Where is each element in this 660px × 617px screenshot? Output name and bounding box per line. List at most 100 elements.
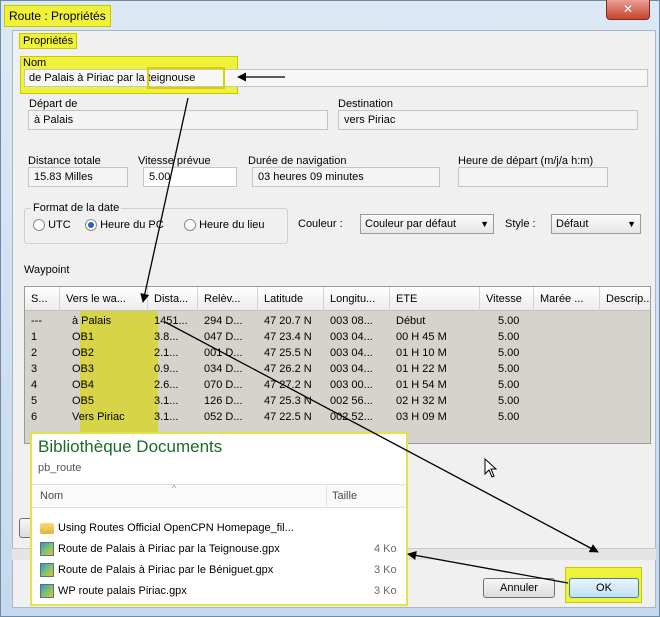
destination-input[interactable]: vers Piriac xyxy=(338,110,638,130)
table-cell: 01 H 10 M xyxy=(396,347,447,359)
table-row[interactable]: 3 OB3 0.9... 034 D... 47 26.2 N 003 04... 01 H… xyxy=(25,361,650,377)
table-cell: OB4 xyxy=(72,379,95,391)
radio-local-time-circle[interactable] xyxy=(184,219,196,232)
table-cell: Début xyxy=(396,315,426,327)
table-cell: OB3 xyxy=(72,363,95,375)
radio-utc[interactable]: UTC xyxy=(33,219,71,232)
table-cell: 070 D... xyxy=(204,379,243,391)
file-row[interactable]: WP route palais Piriac.gpx 3 Ko xyxy=(40,581,400,601)
column-header[interactable]: Vitesse xyxy=(480,287,534,311)
speed-input[interactable]: 5.00 xyxy=(143,167,237,187)
table-cell: 052 D... xyxy=(204,411,243,423)
table-cell: 003 00... xyxy=(330,379,373,391)
table-cell xyxy=(534,361,600,377)
radio-pc-time[interactable]: Heure du PC xyxy=(85,219,164,232)
waypoint-section-label: Waypoint xyxy=(24,264,70,276)
column-header[interactable]: Descrip... xyxy=(600,287,650,311)
table-cell: 47 27.2 N xyxy=(264,379,312,391)
table-row[interactable]: 2 OB2 2.1... 001 D... 47 25.5 N 003 04... 01 H… xyxy=(25,345,650,361)
explorer-col-name[interactable]: Nom xyxy=(40,490,63,502)
distance-value: 15.83 Milles xyxy=(28,167,128,187)
file-row[interactable]: Route de Palais à Piriac par le Béniguet… xyxy=(40,560,400,580)
cancel-button[interactable]: Annuler xyxy=(483,578,555,598)
waypoint-table[interactable]: S... Vers le wa... Dista... Relèv... Lat… xyxy=(24,286,651,444)
sort-ascending-icon: ^ xyxy=(172,483,177,493)
table-cell: 47 20.7 N xyxy=(264,315,312,327)
table-cell: 2.1... xyxy=(154,347,179,359)
color-label: Couleur : xyxy=(298,218,343,230)
table-cell: 5 xyxy=(31,395,38,407)
file-row[interactable]: Using Routes Official OpenCPN Homepage_f… xyxy=(40,518,400,538)
table-cell xyxy=(534,377,600,393)
column-header[interactable]: Longitu... xyxy=(324,287,390,311)
table-cell: 003 04... xyxy=(330,347,373,359)
table-cell xyxy=(600,345,650,361)
explorer-title: Bibliothèque Documents xyxy=(38,437,223,456)
table-cell: 2 xyxy=(31,347,38,359)
table-cell: 47 26.2 N xyxy=(264,363,312,375)
table-cell: 4 xyxy=(31,379,38,391)
table-cell xyxy=(534,409,600,425)
table-cell xyxy=(600,393,650,409)
gpx-file-icon xyxy=(40,542,54,557)
table-cell: 5.00 xyxy=(498,331,520,343)
close-button[interactable]: ✕ xyxy=(606,0,650,20)
table-cell: 003 04... xyxy=(330,363,373,375)
style-label: Style : xyxy=(505,218,536,230)
color-dropdown[interactable]: Couleur par défaut ▼ xyxy=(360,214,494,234)
table-cell: 5.00 xyxy=(498,315,520,327)
file-name: WP route palais Piriac.gpx xyxy=(58,585,187,597)
table-cell xyxy=(600,313,650,329)
column-header[interactable]: Dista... xyxy=(148,287,198,311)
column-header[interactable]: Relèv... xyxy=(198,287,258,311)
departure-label: Départ de xyxy=(29,98,78,110)
column-header[interactable]: Latitude xyxy=(258,287,324,311)
table-row[interactable]: 5 OB5 3.1... 126 D... 47 25.3 N 002 56... 02 H… xyxy=(25,393,650,409)
table-cell: 47 23.4 N xyxy=(264,331,312,343)
table-cell: 003 08... xyxy=(330,315,373,327)
radio-local-time[interactable]: Heure du lieu xyxy=(184,219,265,232)
table-row[interactable]: 6 Vers Piriac 3.1... 052 D... 47 22.5 N 002 5… xyxy=(25,409,650,425)
radio-pc-time-label: Heure du PC xyxy=(100,219,164,231)
title-bar[interactable]: Route : Propriétés ✕ xyxy=(0,0,660,28)
table-cell: 47 25.5 N xyxy=(264,347,312,359)
radio-utc-circle[interactable] xyxy=(33,219,45,232)
radio-pc-time-circle[interactable] xyxy=(85,219,97,232)
start-time-input[interactable] xyxy=(458,167,608,187)
ok-button[interactable]: OK xyxy=(569,578,639,598)
explorer-column-divider xyxy=(326,485,327,507)
table-cell: 003 04... xyxy=(330,331,373,343)
duration-value: 03 heures 09 minutes xyxy=(252,167,440,187)
file-name: Route de Palais à Piriac par la Teignous… xyxy=(58,543,280,555)
name-input[interactable]: de Palais à Piriac par la teignouse xyxy=(24,69,648,87)
mouse-cursor-icon xyxy=(484,458,498,478)
column-header[interactable]: ETE xyxy=(390,287,480,311)
column-header[interactable]: Marée ... xyxy=(534,287,600,311)
teignouse-marker xyxy=(147,67,225,89)
file-size: 3 Ko xyxy=(374,585,397,597)
table-cell: 001 D... xyxy=(204,347,243,359)
table-row[interactable]: 4 OB4 2.6... 070 D... 47 27.2 N 003 00... 01 H… xyxy=(25,377,650,393)
table-cell: OB2 xyxy=(72,347,95,359)
speed-label: Vitesse prévue xyxy=(138,155,211,167)
name-label: Nom xyxy=(23,57,47,69)
file-row[interactable]: Route de Palais à Piriac par la Teignous… xyxy=(40,539,400,559)
color-dropdown-value: Couleur par défaut xyxy=(365,218,457,230)
table-cell xyxy=(534,329,600,345)
departure-input[interactable]: à Palais xyxy=(28,110,328,130)
explorer-col-size[interactable]: Taille xyxy=(332,490,357,502)
table-row[interactable]: 1 OB1 3.8... 047 D... 47 23.4 N 003 04... 00 H… xyxy=(25,329,650,345)
explorer-header: Nom ^ Taille xyxy=(32,483,406,508)
table-row[interactable]: --- à Palais 1451... 294 D... 47 20.7 N 003 0… xyxy=(25,313,650,329)
style-dropdown[interactable]: Défaut ▼ xyxy=(551,214,641,234)
table-cell: 2.6... xyxy=(154,379,179,391)
file-name: Using Routes Official OpenCPN Homepage_f… xyxy=(58,522,294,534)
column-header[interactable]: S... xyxy=(25,287,60,311)
table-cell: 047 D... xyxy=(204,331,243,343)
column-header[interactable]: Vers le wa... xyxy=(60,287,148,311)
table-cell: à Palais xyxy=(72,315,112,327)
table-cell: OB1 xyxy=(72,331,95,343)
table-cell xyxy=(600,329,650,345)
gpx-file-icon xyxy=(40,563,54,578)
file-size: 3 Ko xyxy=(374,564,397,576)
